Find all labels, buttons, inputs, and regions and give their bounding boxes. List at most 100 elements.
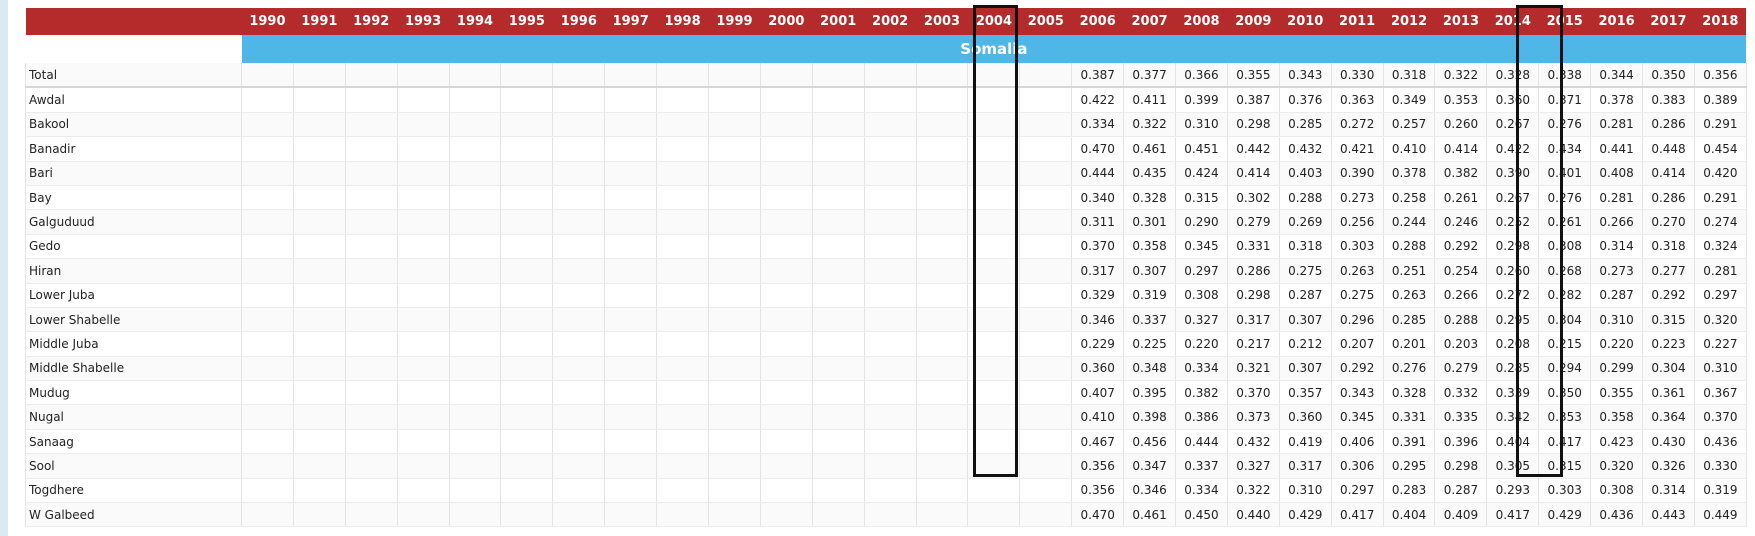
value-cell-2018: 0.227 [1694, 331, 1747, 357]
value-cell-2014: 0.252 [1486, 209, 1540, 235]
empty-cell-1993 [397, 161, 450, 186]
value-cell-2011: 0.272 [1331, 112, 1384, 138]
empty-cell-1995 [500, 112, 554, 138]
value-cell-2017: 0.277 [1642, 258, 1695, 284]
row-name: Sool [25, 453, 242, 479]
value-cell-2015: 0.276 [1538, 185, 1592, 211]
value-cell-2012: 0.410 [1383, 136, 1436, 162]
empty-cell-1994 [449, 356, 502, 382]
value-cell-2012: 0.295 [1383, 453, 1436, 479]
value-cell-2006: 0.444 [1071, 161, 1125, 186]
empty-cell-1996 [552, 331, 606, 357]
row-name: Bakool [25, 112, 242, 138]
empty-cell-1990 [241, 429, 294, 455]
empty-cell-1996 [552, 63, 606, 89]
empty-cell-1990 [241, 258, 294, 284]
empty-cell-1996 [552, 234, 606, 260]
value-cell-2013: 0.298 [1434, 453, 1488, 479]
value-cell-2007: 0.358 [1123, 234, 1177, 260]
value-cell-2007: 0.461 [1123, 136, 1177, 162]
empty-cell-1999 [708, 429, 761, 455]
value-cell-2017: 0.304 [1642, 356, 1695, 382]
value-cell-2014: 0.208 [1486, 331, 1540, 357]
empty-cell-1990 [241, 283, 294, 308]
empty-cell-1999 [708, 161, 761, 186]
empty-cell-2001 [812, 209, 865, 235]
empty-cell-1998 [656, 502, 710, 528]
value-cell-2017: 0.286 [1642, 185, 1695, 211]
empty-cell-2005 [1019, 307, 1073, 333]
empty-cell-2002 [864, 258, 917, 284]
empty-cell-2004 [967, 356, 1021, 382]
year-header-2014: 2014 [1486, 8, 1539, 35]
value-cell-2017: 0.270 [1642, 209, 1695, 235]
empty-cell-2001 [812, 136, 865, 162]
value-cell-2014: 0.267 [1486, 185, 1540, 211]
value-cell-2008: 0.334 [1175, 478, 1228, 504]
row-name: Lower Juba [25, 283, 242, 308]
row-name: Banadir [25, 136, 242, 162]
row-name: Bay [25, 185, 242, 211]
empty-cell-1993 [397, 356, 450, 382]
empty-cell-1990 [241, 453, 294, 479]
value-cell-2018: 0.454 [1694, 136, 1747, 162]
empty-cell-1993 [397, 136, 450, 162]
value-cell-2007: 0.322 [1123, 112, 1177, 138]
value-cell-2010: 0.269 [1279, 209, 1332, 235]
value-cell-2011: 0.330 [1331, 63, 1384, 89]
empty-cell-1996 [552, 87, 606, 113]
empty-cell-1997 [604, 161, 658, 186]
value-cell-2014: 0.298 [1486, 234, 1540, 260]
value-cell-2014: 0.404 [1486, 429, 1540, 455]
empty-cell-2005 [1019, 209, 1073, 235]
value-cell-2010: 0.307 [1279, 307, 1332, 333]
value-cell-2017: 0.315 [1642, 307, 1695, 333]
year-header-2004: 2004 [967, 8, 1020, 35]
empty-cell-1999 [708, 453, 761, 479]
table-row: Middle Shabelle 0.360 0.348 0.334 0.321 0.307… [25, 356, 1747, 382]
value-cell-2010: 0.403 [1279, 161, 1332, 186]
empty-cell-1995 [500, 63, 554, 89]
empty-cell-2002 [864, 453, 917, 479]
table-row: Togdhere 0.356 0.346 0.334 0.322 0.310 0.297 0.… [25, 478, 1747, 504]
table-body: Total 0.387 0.377 0.366 0.355 0.343 0.330 0.318… [25, 63, 1747, 528]
empty-cell-1995 [500, 136, 554, 162]
value-cell-2016: 0.299 [1590, 356, 1644, 382]
empty-cell-2004 [967, 258, 1021, 284]
value-cell-2012: 0.318 [1383, 63, 1436, 89]
value-cell-2009: 0.414 [1227, 161, 1280, 186]
empty-cell-2004 [967, 307, 1021, 333]
row-name: W Galbeed [25, 502, 242, 528]
value-cell-2012: 0.201 [1383, 331, 1436, 357]
row-name: Mudug [25, 380, 242, 406]
empty-cell-2000 [760, 258, 813, 284]
empty-cell-1992 [345, 380, 398, 406]
empty-cell-2000 [760, 356, 813, 382]
value-cell-2008: 0.366 [1175, 63, 1228, 89]
empty-cell-2001 [812, 429, 865, 455]
empty-cell-1991 [293, 502, 346, 528]
empty-cell-2001 [812, 380, 865, 406]
empty-cell-2000 [760, 380, 813, 406]
empty-cell-2003 [916, 112, 969, 138]
value-cell-2008: 0.424 [1175, 161, 1228, 186]
empty-cell-1994 [449, 161, 502, 186]
empty-cell-2003 [916, 404, 969, 430]
year-header-1990: 1990 [241, 8, 294, 35]
empty-cell-2000 [760, 307, 813, 333]
value-cell-2008: 0.386 [1175, 404, 1228, 430]
empty-cell-1997 [604, 404, 658, 430]
value-cell-2011: 0.421 [1331, 136, 1384, 162]
empty-cell-1997 [604, 380, 658, 406]
value-cell-2015: 0.303 [1538, 478, 1592, 504]
empty-cell-2002 [864, 404, 917, 430]
value-cell-2008: 0.337 [1175, 453, 1228, 479]
empty-cell-2000 [760, 87, 813, 113]
value-cell-2015: 0.294 [1538, 356, 1592, 382]
value-cell-2009: 0.440 [1227, 502, 1280, 528]
value-cell-2011: 0.406 [1331, 429, 1384, 455]
empty-cell-1992 [345, 356, 398, 382]
value-cell-2010: 0.357 [1279, 380, 1332, 406]
value-cell-2018: 0.367 [1694, 380, 1747, 406]
empty-cell-1998 [656, 234, 710, 260]
